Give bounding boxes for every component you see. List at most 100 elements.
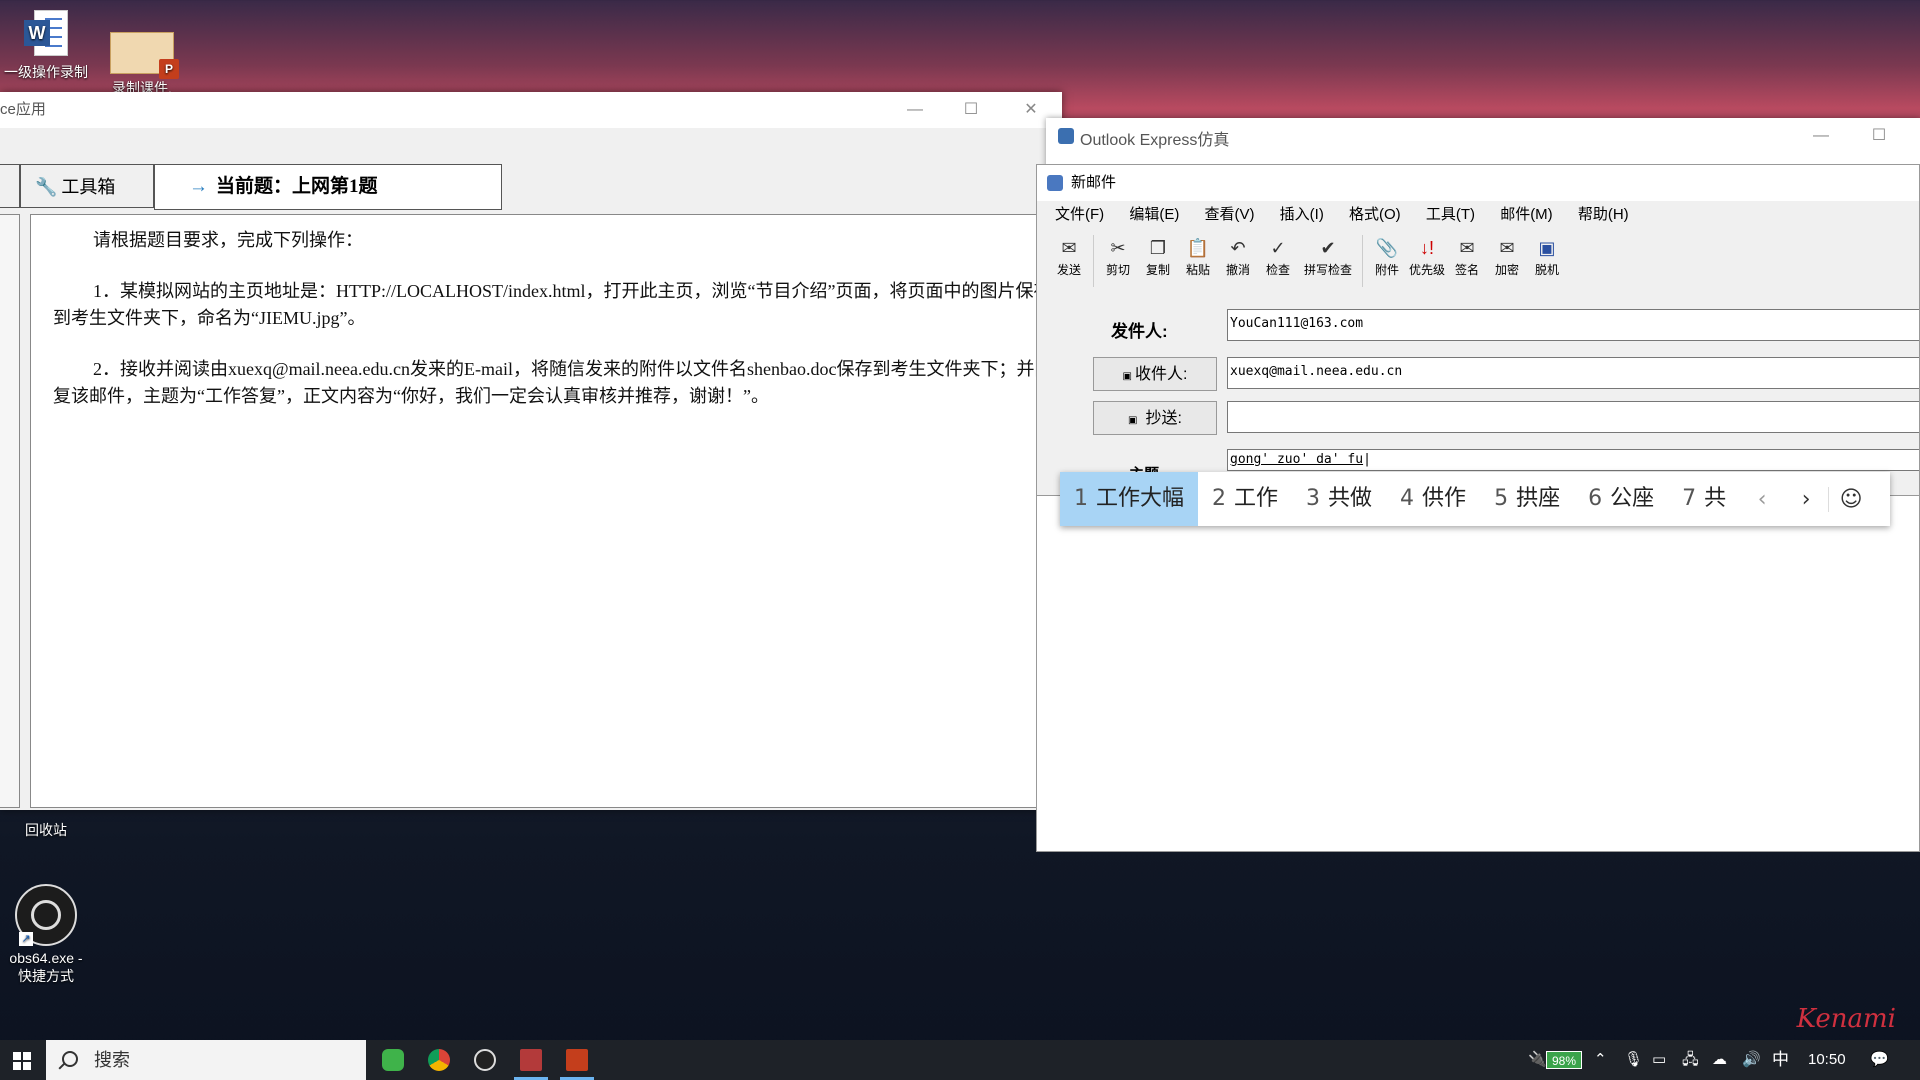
ime-candidate-1[interactable]: 1 工作大幅 — [1060, 472, 1199, 526]
undo-icon: ↶ — [1230, 238, 1246, 258]
candidate-number: 3 — [1306, 486, 1321, 511]
text-caret: | — [1363, 452, 1371, 467]
to-button[interactable]: ▣ 收件人: — [1093, 357, 1217, 391]
microphone-icon[interactable]: 🎙 — [1624, 1040, 1643, 1080]
desktop-icon-label-line1: obs64.exe - — [9, 950, 83, 966]
candidate-text: 工作大幅 — [1096, 486, 1185, 511]
send-button[interactable]: ✉ 发送 — [1049, 229, 1089, 293]
subject-composition-text: gong' zuo' da' fu — [1230, 452, 1364, 467]
oe-maximize-button[interactable]: ☐ — [1856, 118, 1902, 154]
taskbar-app-wechat[interactable] — [370, 1040, 416, 1080]
ime-indicator[interactable]: 中 — [1772, 1040, 1789, 1080]
question-intro: 请根据题目要求，完成下列操作： — [93, 230, 363, 250]
menu-file[interactable]: 文件(F) — [1055, 206, 1104, 223]
taskbar-app-chrome[interactable] — [416, 1040, 462, 1080]
battery-icon[interactable]: ▭ — [1652, 1040, 1666, 1080]
ime-candidate-3[interactable]: 3 共做 — [1292, 472, 1386, 526]
question-text-area: 请根据题目要求，完成下列操作： 1．某模拟网站的主页地址是：HTTP://LOC… — [30, 214, 1062, 808]
ime-candidate-5[interactable]: 5 拱座 — [1480, 472, 1574, 526]
spellcheck-button[interactable]: ✔ 拼写检查 — [1298, 229, 1358, 293]
copy-button[interactable]: ❐ 复制 — [1138, 229, 1178, 293]
menu-edit[interactable]: 编辑(E) — [1129, 206, 1179, 223]
desktop-icon-recycle-bin[interactable]: 回收站 — [0, 820, 92, 840]
offline-button[interactable]: ▣ 脱机 — [1527, 229, 1567, 293]
cc-field[interactable] — [1227, 401, 1919, 433]
copy-label: 复制 — [1145, 263, 1170, 277]
oe-minimize-button[interactable]: — — [1798, 118, 1844, 154]
from-field[interactable]: YouCan111@163.com — [1227, 309, 1919, 341]
message-body[interactable] — [1037, 495, 1919, 851]
priority-button[interactable]: ↓! 优先级 — [1407, 229, 1447, 293]
ime-prev-page-icon[interactable]: ‹ — [1740, 487, 1784, 512]
volume-icon[interactable]: 🔊 — [1742, 1040, 1761, 1080]
from-row: 发件人: YouCan111@163.com — [1037, 305, 1919, 345]
emoji-icon[interactable]: ☺ — [1828, 486, 1873, 512]
copy-icon: ❐ — [1149, 238, 1167, 258]
menu-message[interactable]: 邮件(M) — [1500, 206, 1553, 223]
attach-button[interactable]: 📎 附件 — [1367, 229, 1407, 293]
battery-indicator[interactable]: 98% — [1546, 1051, 1582, 1069]
menu-format[interactable]: 格式(O) — [1349, 206, 1401, 223]
desktop-icon-ppt[interactable]: P 录制课件. — [96, 32, 188, 98]
oe-close-button[interactable]: ✕ — [1904, 118, 1920, 154]
taskbar-app-powerpoint[interactable] — [554, 1040, 600, 1080]
chevron-up-icon[interactable]: ⌃ — [1594, 1040, 1607, 1080]
desktop-icon-label: 一级操作录制 — [4, 64, 88, 80]
menu-help[interactable]: 帮助(H) — [1578, 206, 1629, 223]
power-plug-icon[interactable]: 🔌 — [1528, 1040, 1547, 1080]
ime-candidate-4[interactable]: 4 供作 — [1386, 472, 1480, 526]
menu-view[interactable]: 查看(V) — [1205, 206, 1255, 223]
to-field[interactable]: xuexq@mail.neea.edu.cn — [1227, 357, 1919, 389]
windows-logo-icon — [13, 1052, 31, 1070]
exam-app-icon — [520, 1049, 542, 1071]
menu-insert[interactable]: 插入(I) — [1280, 206, 1324, 223]
notification-icon[interactable]: 💬 — [1870, 1040, 1889, 1080]
desktop-icon-label-line2: 快捷方式 — [18, 968, 74, 984]
cut-label: 剪切 — [1105, 263, 1130, 277]
undo-button[interactable]: ↶ 撤消 — [1218, 229, 1258, 293]
current-question-tab[interactable]: → 当前题：上网第1题 — [154, 164, 502, 210]
offline-label: 脱机 — [1534, 263, 1559, 277]
desktop-icon-label: 回收站 — [25, 822, 67, 838]
candidate-text: 共 — [1704, 486, 1727, 511]
cc-button[interactable]: ▣ 抄送: — [1093, 401, 1217, 435]
subject-field[interactable]: gong' zuo' da' fu| — [1227, 449, 1919, 471]
outlook-app-icon — [1058, 128, 1074, 144]
chrome-icon — [428, 1049, 450, 1071]
menu-tools[interactable]: 工具(T) — [1426, 206, 1475, 223]
toolbox-label: 工具箱 — [61, 177, 116, 197]
clock[interactable]: 10:50 — [1808, 1040, 1846, 1080]
candidate-number: 6 — [1588, 486, 1603, 511]
ime-candidate-6[interactable]: 6 公座 — [1574, 472, 1668, 526]
start-button[interactable] — [0, 1040, 44, 1080]
network-icon[interactable]: 🖧 — [1682, 1040, 1699, 1080]
taskbar-app-obs[interactable] — [462, 1040, 508, 1080]
minimize-button[interactable]: — — [892, 92, 938, 128]
candidate-text: 共做 — [1328, 486, 1373, 511]
check-names-button[interactable]: ✓ 检查 — [1258, 229, 1298, 293]
paste-button[interactable]: 📋 粘贴 — [1178, 229, 1218, 293]
desktop-icon-obs[interactable]: ↗ obs64.exe - 快捷方式 — [0, 884, 92, 986]
ime-candidate-7[interactable]: 7共 — [1668, 472, 1740, 526]
candidate-text: 公座 — [1610, 486, 1655, 511]
ime-next-page-icon[interactable]: › — [1784, 487, 1828, 512]
taskbar-search-box[interactable]: 搜索 — [46, 1040, 366, 1080]
toolbox-tab[interactable]: 🔧 工具箱 — [20, 164, 154, 208]
obs-icon: ↗ — [15, 884, 77, 946]
address-book-icon: ▣ — [1128, 415, 1138, 426]
ime-candidate-2[interactable]: 2 工作 — [1198, 472, 1292, 526]
address-book-icon: ▣ — [1122, 371, 1132, 382]
onedrive-icon[interactable]: ☁ — [1712, 1040, 1727, 1080]
left-scroll-strip — [0, 214, 20, 808]
to-row: ▣ 收件人: xuexq@mail.neea.edu.cn — [1037, 357, 1919, 397]
send-label: 发送 — [1056, 263, 1081, 277]
tab-edge — [0, 164, 20, 208]
taskbar-app-exam[interactable] — [508, 1040, 554, 1080]
word-document-icon: W — [24, 10, 68, 58]
mail-toolbar: ✉ 发送 ✂ 剪切 ❐ 复制 📋 粘贴 ↶ 撤消 ✓ 检查 ✔ 拼写检查 📎 附件 ↓! 优先级 … — [1037, 229, 1919, 293]
desktop-icon-word[interactable]: W 一级操作录制 — [0, 10, 92, 82]
cut-button[interactable]: ✂ 剪切 — [1098, 229, 1138, 293]
encrypt-button[interactable]: ✉ 加密 — [1487, 229, 1527, 293]
sign-button[interactable]: ✉ 签名 — [1447, 229, 1487, 293]
maximize-button[interactable]: ☐ — [948, 92, 994, 128]
